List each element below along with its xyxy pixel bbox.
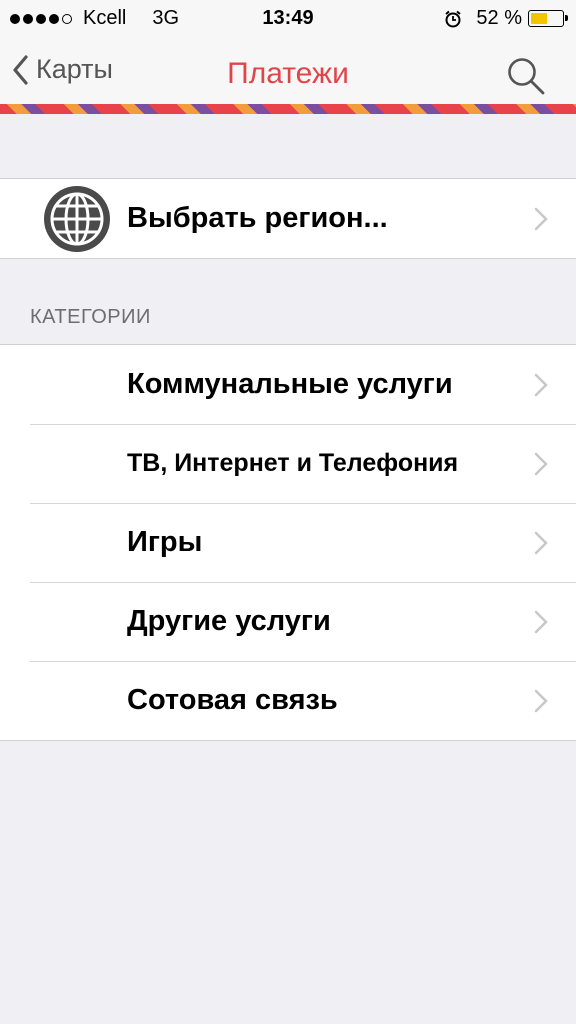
chevron-right-icon xyxy=(534,610,548,634)
page-title: Платежи xyxy=(227,57,349,90)
category-label: Коммунальные услуги xyxy=(127,368,453,400)
chevron-right-icon xyxy=(534,452,548,476)
region-section: Выбрать регион... xyxy=(0,178,576,259)
category-other-services[interactable]: Другие услуги xyxy=(0,582,576,661)
globe-icon xyxy=(44,186,110,252)
chevron-right-icon xyxy=(534,373,548,397)
navigation-bar: Карты Платежи xyxy=(0,38,576,104)
battery-percent: 52 % xyxy=(476,7,522,29)
category-label: ТВ, Интернет и Телефония xyxy=(127,449,459,477)
category-label: Другие услуги xyxy=(127,605,331,637)
search-icon xyxy=(508,58,545,95)
chevron-right-icon xyxy=(534,531,548,555)
select-region-label: Выбрать регион... xyxy=(127,202,388,234)
category-games[interactable]: Игры xyxy=(0,503,576,582)
category-utilities[interactable]: Коммунальные услуги xyxy=(0,345,576,424)
decorative-stripe xyxy=(0,104,576,114)
battery-icon xyxy=(528,10,568,27)
categories-header: КАТЕГОРИИ xyxy=(30,306,151,328)
categories-list: Коммунальные услуги ТВ, Интернет и Телеф… xyxy=(0,344,576,741)
category-label: Игры xyxy=(127,526,203,558)
alarm-icon xyxy=(444,10,462,28)
search-button[interactable] xyxy=(506,56,546,101)
status-bar: Kcell 3G 13:49 52 % xyxy=(0,0,576,38)
chevron-right-icon xyxy=(534,689,548,713)
select-region-row[interactable]: Выбрать регион... xyxy=(0,179,576,258)
category-label: Сотовая связь xyxy=(127,684,338,716)
chevron-right-icon xyxy=(534,207,548,231)
category-tv-internet-phone[interactable]: ТВ, Интернет и Телефония xyxy=(0,424,576,503)
status-bar-right: 52 % xyxy=(444,7,568,30)
category-mobile[interactable]: Сотовая связь xyxy=(0,661,576,740)
